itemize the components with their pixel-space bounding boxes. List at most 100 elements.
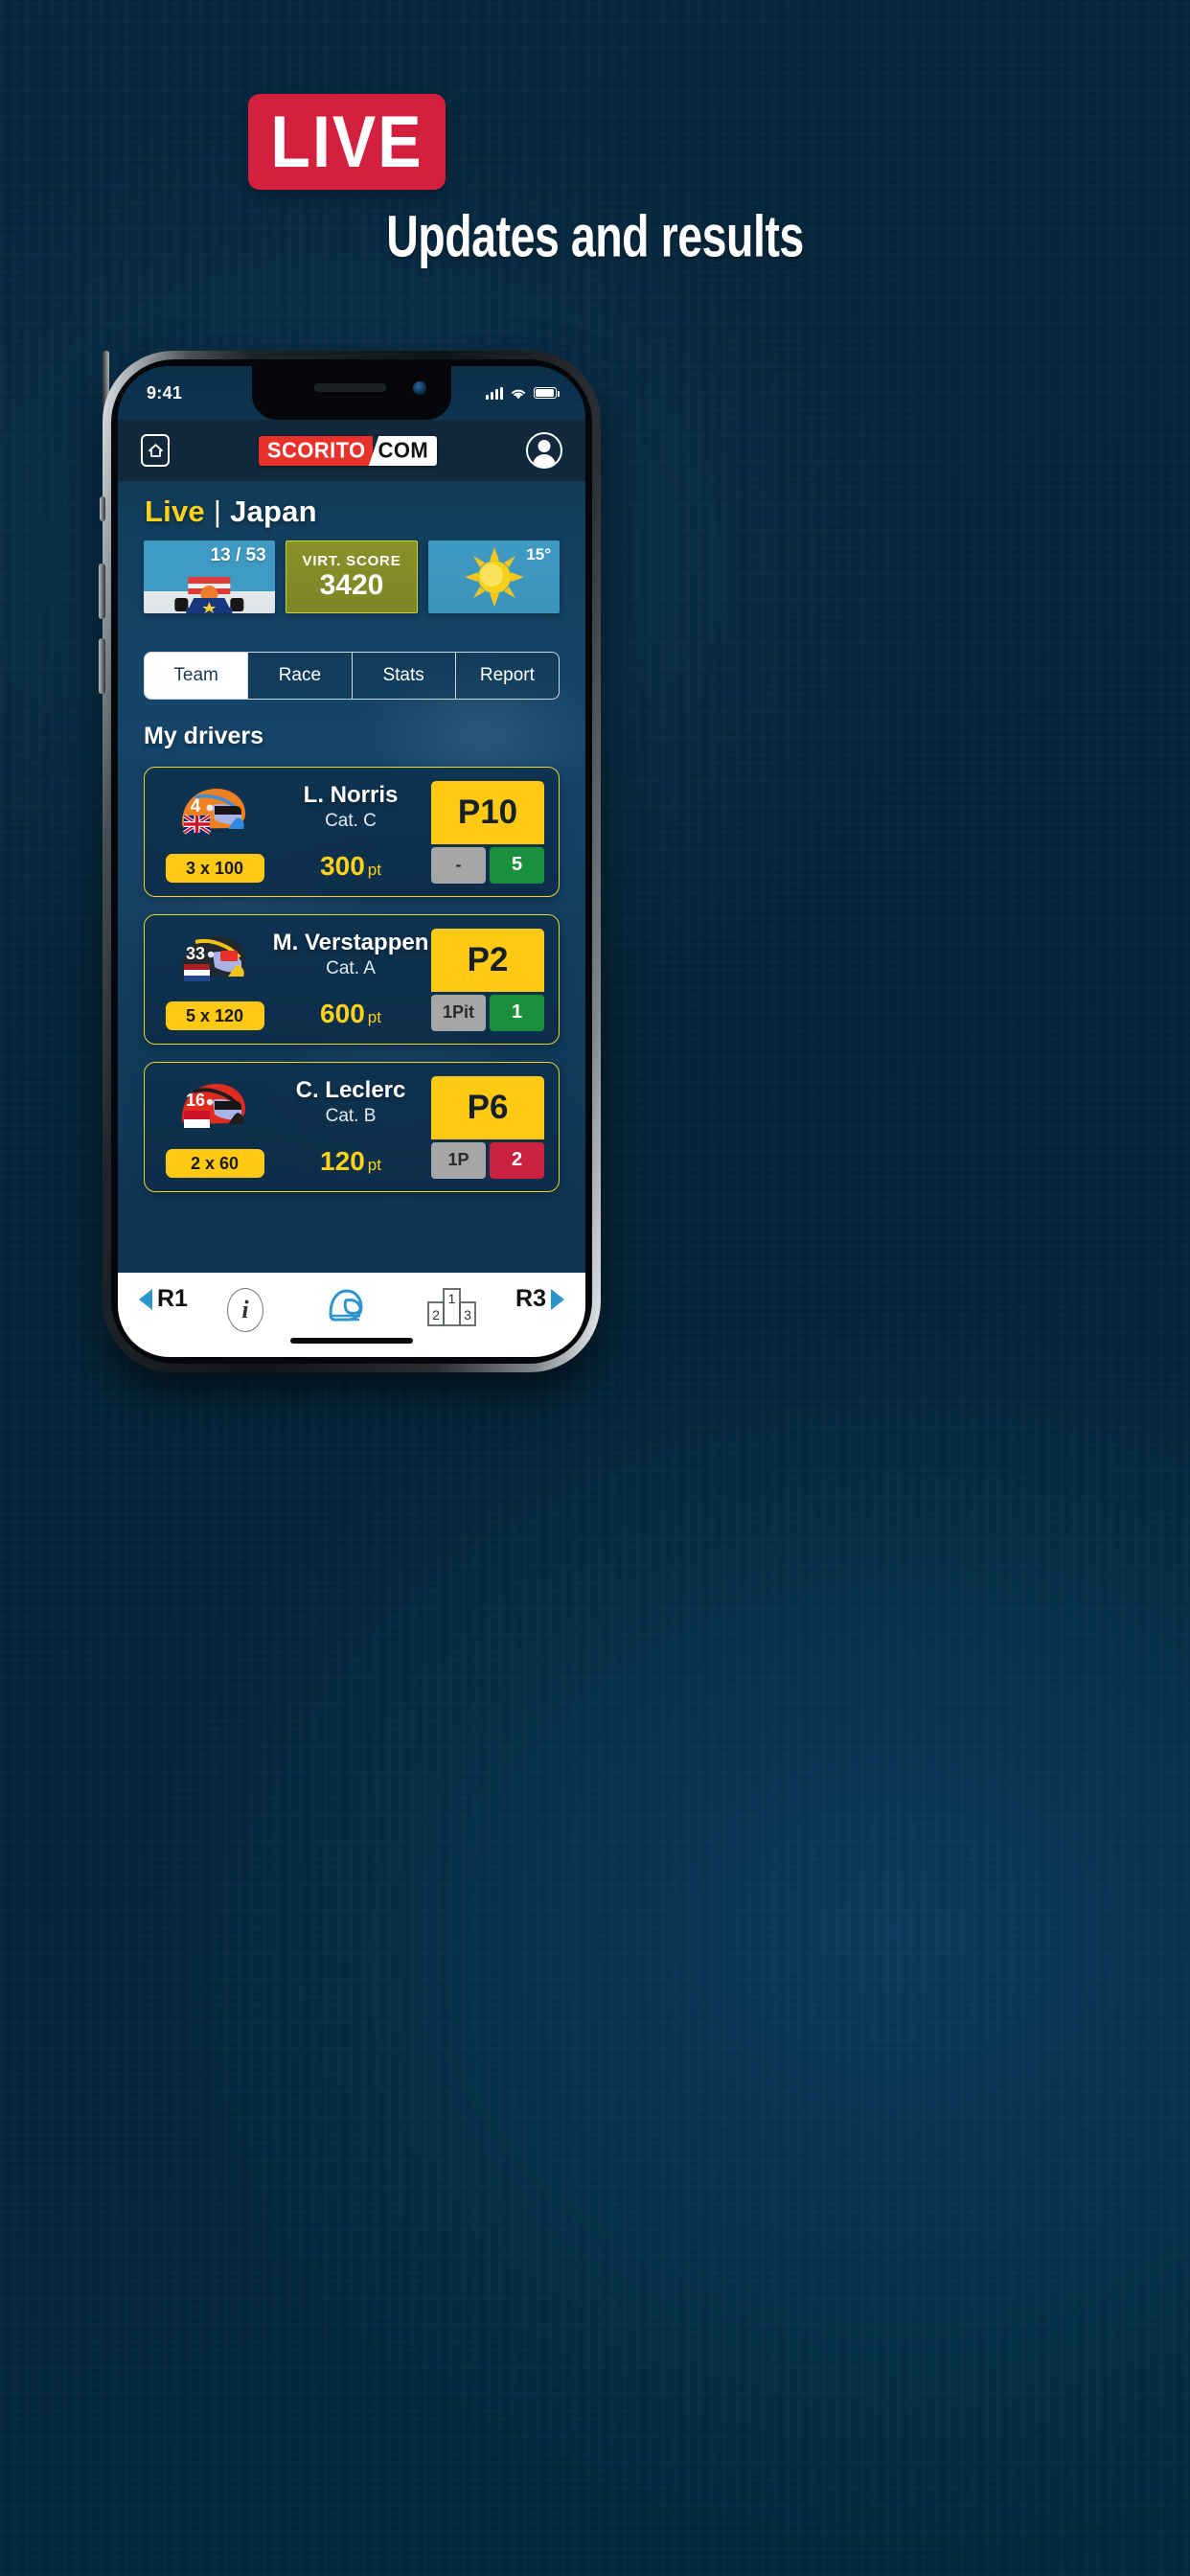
driver-status-row: 1Pit 1: [431, 994, 544, 1031]
weather-temperature: 15°: [526, 545, 552, 564]
battery-icon: [534, 387, 560, 399]
driver-delta: 1: [490, 994, 544, 1031]
driver-list: 4 3 x 100 L. Norris Cat. C 300 pt P10 - …: [144, 767, 560, 1192]
helmet-icon: 4: [167, 781, 263, 848]
tab-report[interactable]: Report: [456, 653, 559, 699]
driver-position: P10: [431, 780, 544, 844]
podium-icon[interactable]: 1 2 3: [426, 1287, 476, 1332]
driver-pit-status: 1Pit: [431, 994, 486, 1031]
driver-delta: 2: [490, 1141, 544, 1179]
driver-multiplier: 3 x 100: [165, 854, 264, 883]
virtual-score-label: VIRT. SCORE: [302, 553, 401, 570]
svg-text:1: 1: [448, 1291, 456, 1306]
driver-card[interactable]: 33 5 x 120 M. Verstappen Cat. A 600 pt P…: [144, 914, 560, 1045]
driver-name: L. Norris: [303, 782, 399, 808]
driver-result: P2 1Pit 1: [430, 928, 545, 1031]
driver-identity: 4 3 x 100: [158, 781, 271, 883]
sun-icon: [464, 547, 524, 611]
svg-text:4: 4: [191, 796, 201, 816]
virtual-score-value: 3420: [319, 569, 384, 602]
chevron-right-icon: [551, 1288, 564, 1310]
driver-category: Cat. C: [325, 811, 377, 831]
svg-text:16: 16: [186, 1091, 205, 1110]
helmet-icon: 33: [167, 929, 263, 996]
driver-delta: 5: [490, 846, 544, 884]
earpiece-speaker-icon: [313, 383, 387, 392]
account-avatar-icon[interactable]: [525, 432, 562, 469]
promo-screenshot: LIVE Updates and results 9:41 SCORITO CO…: [0, 0, 1190, 2576]
next-race-label: R3: [515, 1285, 546, 1312]
wifi-icon: [511, 389, 526, 399]
driver-card[interactable]: 16 2 x 60 C. Leclerc Cat. B 120 pt P6 1P…: [144, 1062, 560, 1192]
phone-volume-up-button: [99, 564, 105, 619]
page-title: Live | Japan: [145, 494, 317, 529]
driver-points: 600 pt: [320, 999, 381, 1028]
virtual-score-card[interactable]: VIRT. SCORE 3420: [285, 540, 419, 613]
logo-com-text: COM: [368, 435, 438, 466]
tab-race[interactable]: Race: [248, 653, 353, 699]
live-badge-label: LIVE: [270, 101, 423, 183]
gb-flag-icon: [182, 814, 212, 835]
driver-multiplier: 5 x 120: [165, 1001, 264, 1030]
driver-pit-status: 1P: [431, 1141, 486, 1179]
next-race-button[interactable]: R3: [515, 1285, 564, 1313]
avatar-head: [538, 440, 551, 452]
chevron-left-icon: [139, 1288, 152, 1310]
driver-card[interactable]: 4 3 x 100 L. Norris Cat. C 300 pt P10 - …: [144, 767, 560, 897]
driver-pit-status: -: [431, 846, 486, 884]
prev-race-label: R1: [157, 1285, 188, 1312]
driver-name: C. Leclerc: [295, 1077, 406, 1103]
nl-flag-icon: [184, 964, 210, 981]
status-time: 9:41: [147, 382, 183, 402]
info-cards: 13 / 53 VIRT. SCORE 3420 15°: [144, 540, 561, 613]
home-icon[interactable]: [141, 434, 170, 467]
helmet-icon[interactable]: [323, 1285, 367, 1334]
bottom-navigation: R1 i 1 2 3 R3: [118, 1273, 585, 1357]
tab-team[interactable]: Team: [145, 653, 249, 699]
lap-counter-value: 13 / 53: [210, 545, 266, 565]
driver-points-unit: pt: [367, 861, 381, 879]
driver-status-row: - 5: [431, 846, 544, 884]
live-badge: LIVE: [248, 94, 446, 190]
driver-identity: 33 5 x 120: [158, 929, 271, 1030]
phone-mockup: 9:41 SCORITO COM Live | Japan 13 / 53 VI…: [99, 351, 601, 1372]
driver-result: P10 - 5: [430, 780, 545, 884]
driver-category: Cat. A: [326, 958, 376, 978]
page-title-event: Japan: [230, 494, 317, 528]
driver-points-unit: pt: [367, 1008, 381, 1026]
nav-icon-group: i 1 2 3: [227, 1285, 476, 1334]
app-header: SCORITO COM: [118, 420, 585, 481]
driver-points-unit: pt: [367, 1156, 381, 1174]
weather-card[interactable]: 15°: [428, 540, 561, 613]
driver-position: P2: [431, 928, 544, 992]
f1-car-icon: [144, 569, 275, 613]
lap-counter-card[interactable]: 13 / 53: [144, 540, 275, 613]
prev-race-button[interactable]: R1: [139, 1285, 188, 1313]
info-icon[interactable]: i: [227, 1287, 263, 1332]
svg-text:3: 3: [464, 1307, 471, 1322]
status-indicators: [486, 386, 560, 400]
mc-flag-icon: [184, 1111, 210, 1128]
driver-result: P6 1P 2: [430, 1075, 545, 1179]
driver-info: M. Verstappen Cat. A 600 pt: [271, 930, 430, 1029]
tab-stats[interactable]: Stats: [353, 653, 456, 699]
section-title-my-drivers: My drivers: [144, 723, 264, 749]
phone-volume-down-button: [99, 638, 105, 694]
driver-multiplier: 2 x 60: [165, 1149, 264, 1178]
home-indicator[interactable]: [290, 1338, 413, 1344]
driver-position: P6: [431, 1075, 544, 1139]
logo-scorito-text: SCORITO: [258, 435, 373, 466]
phone-mute-switch: [100, 496, 105, 521]
driver-info: C. Leclerc Cat. B 120 pt: [271, 1077, 430, 1177]
front-camera-icon: [413, 381, 426, 395]
helmet-icon: 16: [167, 1076, 263, 1143]
phone-notch: [252, 366, 451, 420]
cellular-bars-icon: [486, 386, 503, 400]
driver-info: L. Norris Cat. C 300 pt: [271, 782, 430, 882]
scorito-logo[interactable]: SCORITO COM: [258, 435, 438, 466]
driver-status-row: 1P 2: [431, 1141, 544, 1179]
content-tabs: Team Race Stats Report: [144, 652, 560, 700]
driver-points: 120 pt: [320, 1146, 381, 1176]
svg-text:2: 2: [432, 1307, 440, 1322]
driver-identity: 16 2 x 60: [158, 1076, 271, 1178]
